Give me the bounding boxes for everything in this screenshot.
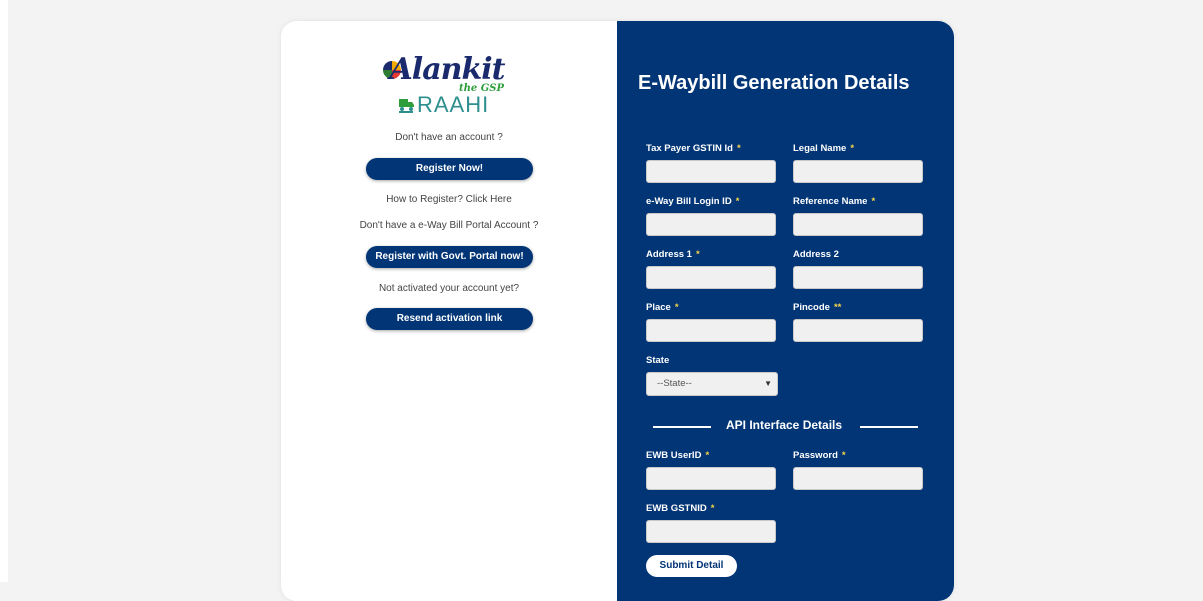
page-edge [0, 0, 8, 582]
logo-wordmark: Alankit [389, 52, 506, 87]
place-input[interactable] [646, 319, 776, 342]
alankit-logo: Alankit the GSP RAAHI [377, 53, 517, 119]
reference-name-label: Reference Name * [793, 196, 876, 207]
api-section-divider: API Interface Details [653, 417, 918, 437]
pincode-label: Pincode ** [793, 302, 842, 313]
ewb-gstnid-input[interactable] [646, 520, 776, 543]
required-marker: * [674, 302, 679, 313]
chevron-down-icon: ▼ [764, 379, 772, 388]
submit-detail-button[interactable]: Submit Detail [646, 555, 737, 577]
left-panel: Alankit the GSP RAAHI Don't have an acco… [281, 21, 617, 601]
ewb-userid-label: EWB UserID * [646, 450, 710, 461]
ewb-login-input[interactable] [646, 213, 776, 236]
register-now-button[interactable]: Register Now! [366, 158, 533, 180]
no-portal-account-text: Don't have a e-Way Bill Portal Account ? [359, 220, 539, 231]
place-label: Place * [646, 302, 679, 313]
password-label: Password * [793, 450, 846, 461]
state-label: State [646, 355, 670, 366]
resend-activation-button[interactable]: Resend activation link [366, 308, 533, 330]
gstin-label: Tax Payer GSTIN Id * [646, 143, 741, 154]
gstin-input[interactable] [646, 160, 776, 183]
how-to-register-link[interactable]: How to Register? Click Here [281, 194, 617, 205]
legal-name-input[interactable] [793, 160, 923, 183]
pincode-input[interactable] [793, 319, 923, 342]
required-marker: * [841, 450, 846, 461]
no-account-text: Don't have an account ? [395, 132, 503, 143]
eraahi-logo: RAAHI [397, 93, 507, 117]
required-marker: * [705, 450, 710, 461]
reference-name-input[interactable] [793, 213, 923, 236]
required-marker: * [695, 249, 700, 260]
ewb-gstnid-label: EWB GSTNID * [646, 503, 715, 514]
pincode-marker: ** [833, 302, 842, 313]
required-marker: * [710, 503, 715, 514]
divider-line-right [860, 426, 918, 428]
password-input[interactable] [793, 467, 923, 490]
required-marker: * [736, 143, 741, 154]
divider-line-left [653, 426, 711, 428]
api-section-title: API Interface Details [726, 418, 843, 432]
required-marker: * [735, 196, 740, 207]
address1-label: Address 1 * [646, 249, 700, 260]
form-title: E-Waybill Generation Details [638, 72, 910, 94]
not-activated-text: Not activated your account yet? [378, 283, 520, 294]
ewb-login-label: e-Way Bill Login ID * [646, 196, 740, 207]
required-marker: * [871, 196, 876, 207]
ewaybill-form-panel: E-Waybill Generation Details Tax Payer G… [617, 21, 954, 601]
register-govt-portal-button[interactable]: Register with Govt. Portal now! [366, 246, 533, 268]
truck-icon [399, 99, 414, 113]
eraahi-wordmark: RAAHI [417, 92, 490, 117]
address1-input[interactable] [646, 266, 776, 289]
ewb-userid-input[interactable] [646, 467, 776, 490]
address2-input[interactable] [793, 266, 923, 289]
required-marker: * [850, 143, 855, 154]
legal-name-label: Legal Name * [793, 143, 855, 154]
address2-label: Address 2 [793, 249, 839, 260]
registration-card: Alankit the GSP RAAHI Don't have an acco… [281, 21, 954, 601]
state-select[interactable]: --State-- ▼ [646, 372, 778, 396]
state-selected-value: --State-- [657, 378, 692, 389]
